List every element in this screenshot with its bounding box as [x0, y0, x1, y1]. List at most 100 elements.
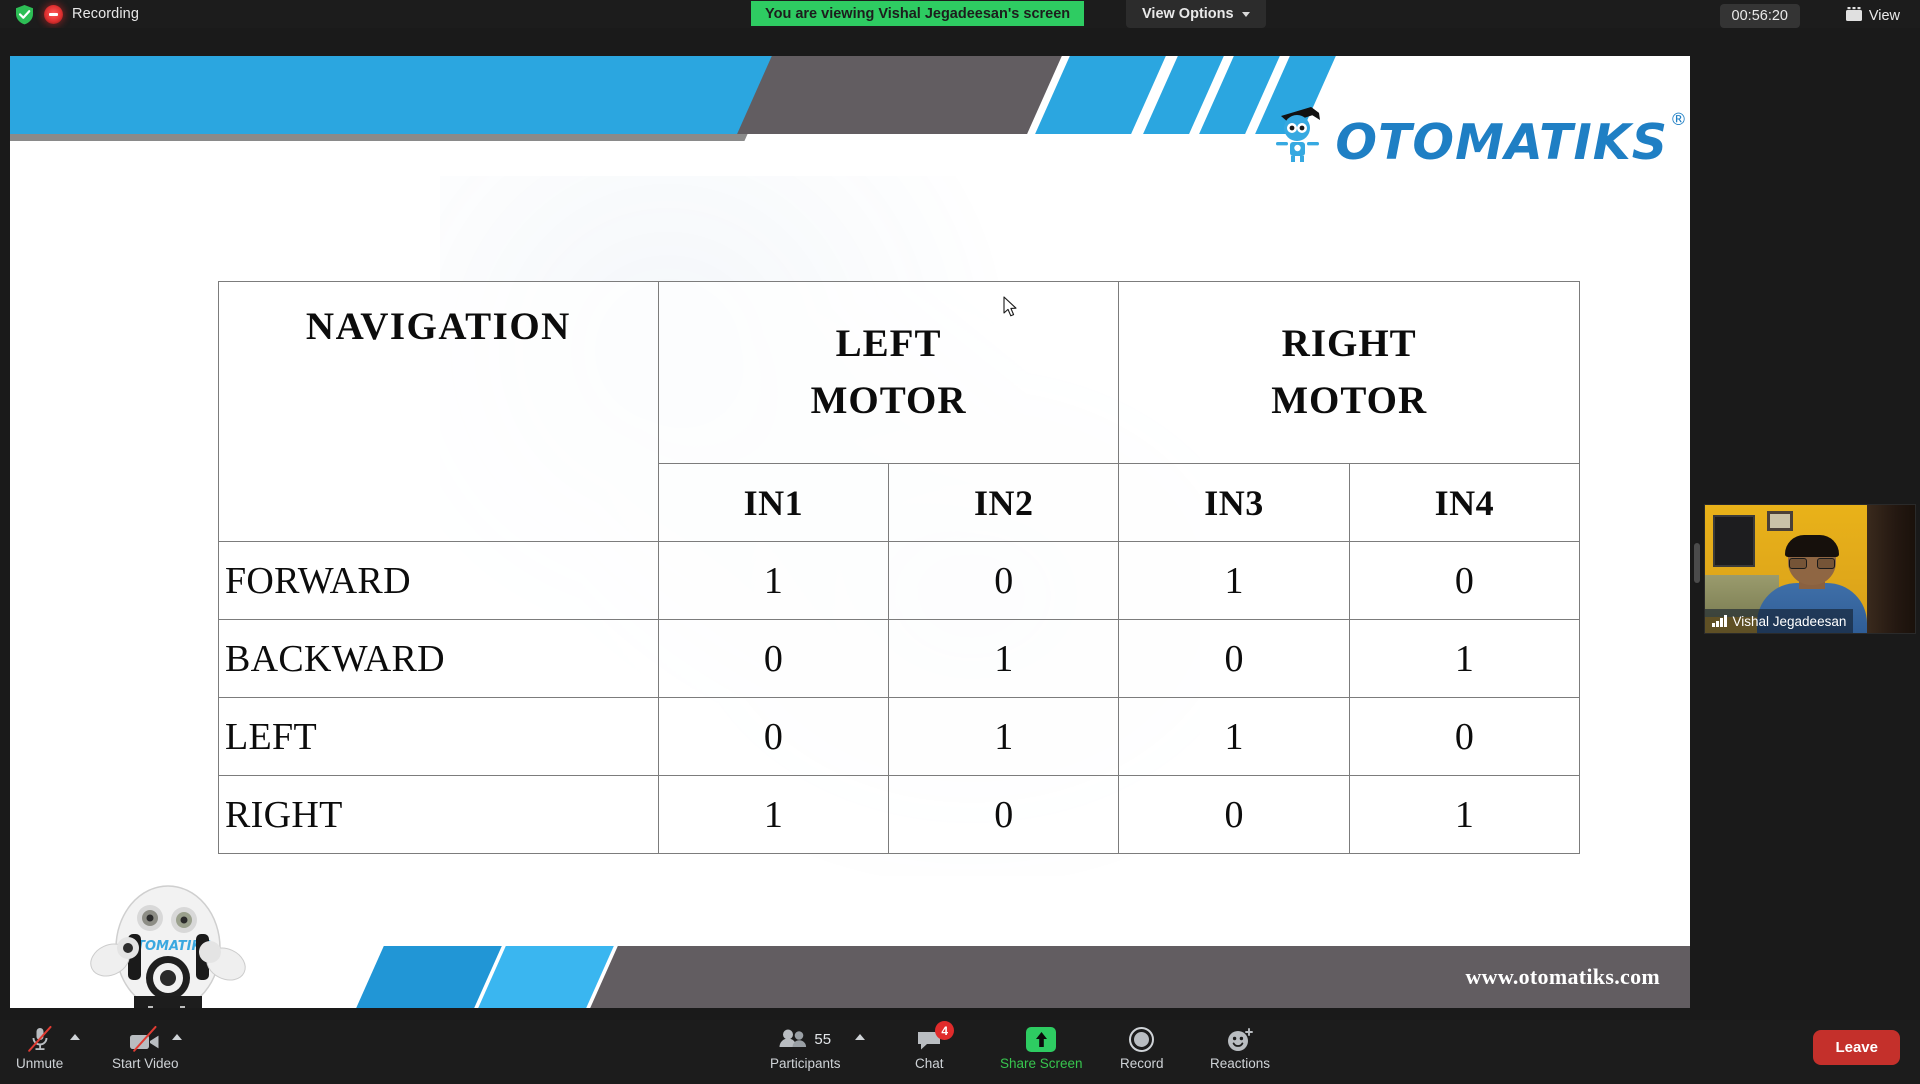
row-cell: 1	[889, 620, 1119, 698]
chat-bubble-icon: 4	[916, 1026, 942, 1052]
recording-label: Recording	[72, 6, 139, 22]
header-gray-stripe	[732, 56, 1067, 134]
participants-button[interactable]: 55 Participants	[770, 1026, 841, 1076]
people-icon	[779, 1028, 807, 1051]
view-layout-button[interactable]: View	[1840, 4, 1906, 28]
view-label: View	[1869, 8, 1900, 24]
row-cell: 1	[1119, 542, 1349, 620]
footer-website-url: www.otomatiks.com	[1465, 964, 1660, 990]
smiley-plus-icon	[1226, 1026, 1254, 1052]
record-circle-icon	[1129, 1026, 1154, 1052]
header-right-motor: RIGHT MOTOR	[1119, 282, 1580, 464]
row-cell: 0	[1349, 698, 1579, 776]
row-cell: 0	[889, 776, 1119, 854]
header-left-motor: LEFT MOTOR	[658, 282, 1119, 464]
record-label: Record	[1120, 1056, 1164, 1071]
row-cell: 1	[1349, 620, 1579, 698]
video-scene-door	[1713, 515, 1755, 567]
row-cell: 0	[889, 542, 1119, 620]
shared-screen-stage: OTOMATIKS ® NAVIGATION LEFT MOTOR RIGHT …	[0, 28, 1920, 1020]
row-cell: 0	[658, 620, 888, 698]
zoom-bottom-toolbar: Unmute Start Video 55	[0, 1020, 1920, 1080]
viewing-screen-notice: You are viewing Vishal Jegadeesan's scre…	[751, 1, 1084, 26]
row-label: FORWARD	[219, 542, 659, 620]
header-gray-rule	[10, 134, 730, 141]
row-label: LEFT	[219, 698, 659, 776]
chevron-down-icon	[1242, 12, 1250, 17]
row-cell: 0	[658, 698, 888, 776]
chevron-up-icon	[855, 1034, 865, 1040]
unmute-button[interactable]: Unmute	[16, 1026, 63, 1076]
video-scene-picture-frame	[1767, 511, 1793, 531]
recording-dot-icon[interactable]	[44, 5, 63, 24]
unmute-label: Unmute	[16, 1056, 63, 1071]
participants-label: Participants	[770, 1056, 841, 1071]
row-cell: 0	[1119, 776, 1349, 854]
table-row: BACKWARD 0 1 0 1	[219, 620, 1580, 698]
shield-check-icon	[14, 4, 35, 25]
view-options-button[interactable]: View Options	[1126, 0, 1266, 28]
motor-truth-table: NAVIGATION LEFT MOTOR RIGHT MOTOR IN1 IN…	[218, 281, 1580, 854]
presentation-slide: OTOMATIKS ® NAVIGATION LEFT MOTOR RIGHT …	[10, 56, 1690, 1008]
mouse-cursor-icon	[1003, 296, 1019, 323]
header-right-motor-line2: MOTOR	[1271, 379, 1427, 422]
participants-icon-group: 55	[779, 1026, 831, 1052]
meeting-timer: 00:56:20	[1720, 4, 1800, 28]
subheader-in4: IN4	[1349, 464, 1579, 542]
participants-count: 55	[814, 1031, 831, 1048]
table-row: RIGHT 1 0 0 1	[219, 776, 1580, 854]
header-right-motor-line1: RIGHT	[1282, 322, 1417, 365]
row-cell: 1	[658, 542, 888, 620]
grid-layout-icon	[1846, 7, 1862, 25]
table-header-row-groups: NAVIGATION LEFT MOTOR RIGHT MOTOR	[219, 282, 1580, 464]
reactions-button[interactable]: Reactions	[1210, 1026, 1270, 1076]
chat-button[interactable]: 4 Chat	[915, 1026, 944, 1076]
camera-off-icon	[129, 1026, 161, 1052]
row-cell: 0	[1349, 542, 1579, 620]
chat-label: Chat	[915, 1056, 944, 1071]
row-cell: 1	[889, 698, 1119, 776]
start-video-button[interactable]: Start Video	[112, 1026, 179, 1076]
subheader-in1: IN1	[658, 464, 888, 542]
reactions-label: Reactions	[1210, 1056, 1270, 1071]
audio-options-caret[interactable]	[70, 1034, 80, 1084]
row-label: RIGHT	[219, 776, 659, 854]
header-blue-block	[10, 56, 780, 134]
otomatiks-logo: OTOMATIKS ®	[1271, 104, 1668, 167]
row-cell: 1	[658, 776, 888, 854]
participant-name: Vishal Jegadeesan	[1733, 614, 1847, 629]
video-scene-wardrobe	[1867, 505, 1915, 634]
record-button[interactable]: Record	[1120, 1026, 1164, 1076]
figure-hair	[1785, 535, 1839, 557]
recording-indicator-group: Recording	[14, 4, 139, 25]
share-screen-button[interactable]: Share Screen	[1000, 1026, 1083, 1076]
leave-button[interactable]: Leave	[1813, 1030, 1900, 1065]
participant-name-bar: Vishal Jegadeesan	[1705, 609, 1853, 633]
chevron-up-icon	[70, 1034, 80, 1040]
otomatiks-wordmark: OTOMATIKS ®	[1335, 118, 1668, 167]
row-label: BACKWARD	[219, 620, 659, 698]
row-cell: 0	[1119, 620, 1349, 698]
video-options-caret[interactable]	[172, 1034, 182, 1084]
chevron-up-icon	[172, 1034, 182, 1040]
header-left-motor-line1: LEFT	[836, 322, 942, 365]
self-video-thumbnail[interactable]: Vishal Jegadeesan	[1704, 504, 1916, 634]
otomatiks-wordmark-text: OTOMATIKS	[1335, 114, 1668, 171]
network-signal-icon	[1712, 615, 1727, 627]
table-row: LEFT 0 1 1 0	[219, 698, 1580, 776]
video-panel-drag-handle[interactable]	[1694, 543, 1700, 583]
subheader-in2: IN2	[889, 464, 1119, 542]
slide-footer-band: www.otomatiks.com	[10, 946, 1690, 1008]
share-screen-label: Share Screen	[1000, 1056, 1083, 1071]
table-row: FORWARD 1 0 1 0	[219, 542, 1580, 620]
share-screen-up-arrow-icon	[1026, 1026, 1056, 1052]
header-navigation: NAVIGATION	[219, 282, 659, 542]
footer-blue-stripe-1	[356, 946, 502, 1008]
participants-options-caret[interactable]	[855, 1034, 865, 1084]
registered-mark: ®	[1670, 112, 1688, 129]
glasses-icon	[1789, 558, 1835, 569]
otomatiks-robot-logo-icon	[1271, 104, 1327, 167]
start-video-label: Start Video	[112, 1056, 179, 1071]
microphone-muted-icon	[29, 1026, 51, 1052]
row-cell: 1	[1119, 698, 1349, 776]
